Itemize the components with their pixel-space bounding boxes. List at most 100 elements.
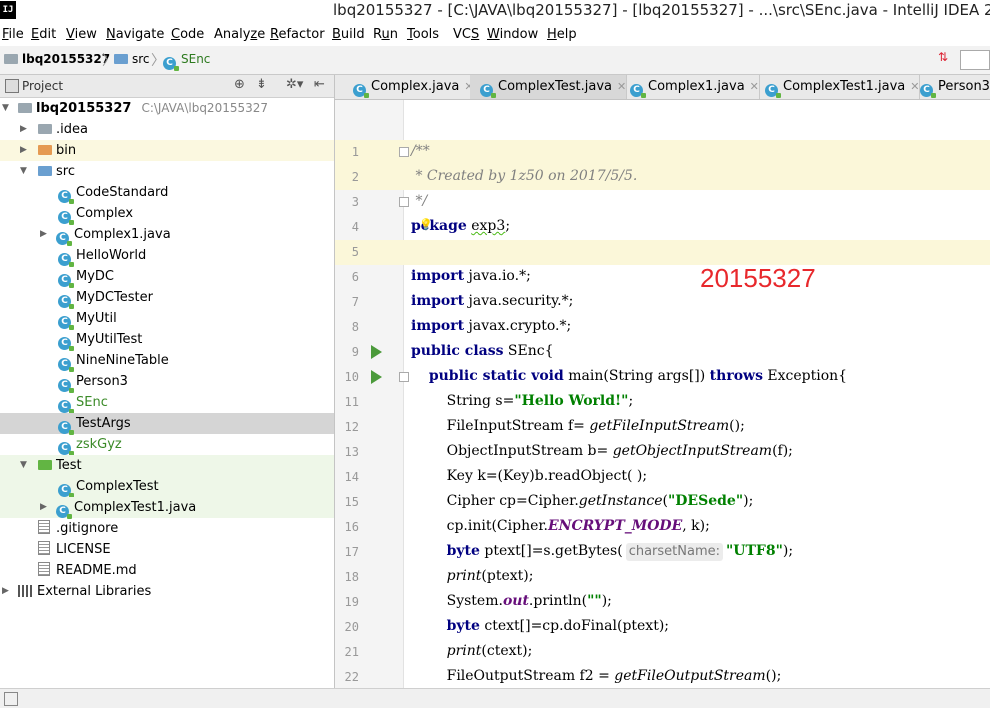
tree-item[interactable]: ▶ C ComplexTest1.java	[0, 497, 334, 519]
menu-build[interactable]: Build	[332, 27, 365, 42]
run-icon[interactable]	[371, 370, 382, 384]
breadcrumb-senc[interactable]: C SEnc	[163, 52, 210, 71]
code-line[interactable]: 21 print(ctext);	[335, 640, 990, 665]
tree-item[interactable]: ▶ bin	[0, 140, 334, 161]
tree-item[interactable]: C Person3	[0, 371, 334, 393]
collapsed-arrow-icon[interactable]: ▶	[20, 119, 27, 140]
tree-item[interactable]: LICENSE	[0, 539, 334, 560]
code-line[interactable]: 9 public class SEnc{	[335, 340, 990, 365]
tree-item[interactable]: ▼ src	[0, 161, 334, 182]
code-line[interactable]: 6 import java.io.*;	[335, 265, 990, 290]
collapsed-arrow-icon[interactable]: ▶	[2, 581, 9, 602]
code-line[interactable]: 3 */	[335, 190, 990, 215]
menu-analyze[interactable]: Analyze	[214, 27, 265, 42]
target-icon[interactable]: ⊕	[234, 77, 245, 92]
intellij-app-icon[interactable]: IJ	[0, 1, 16, 19]
code-line[interactable]: 14 Key k=(Key)b.readObject( );	[335, 465, 990, 490]
menu-run[interactable]: Run	[373, 27, 398, 42]
code-line[interactable]: 22 FileOutputStream f2 = getFileOutputSt…	[335, 665, 990, 688]
editor-tab[interactable]: C ComplexTest.java ✕	[470, 75, 628, 99]
menu-help[interactable]: Help	[547, 27, 577, 42]
expanded-arrow-icon[interactable]: ▼	[2, 98, 9, 119]
code-line[interactable]: 1 /**	[335, 140, 990, 165]
menu-edit[interactable]: Edit	[31, 27, 56, 42]
collapsed-arrow-icon[interactable]: ▶	[20, 140, 27, 161]
tree-item[interactable]: ▼ lbq20155327 C:\JAVA\lbq20155327	[0, 98, 334, 119]
code-text: public class SEnc{	[411, 343, 554, 359]
tree-item[interactable]: CzskGyz	[0, 434, 334, 456]
lightbulb-icon[interactable]: 💡	[419, 218, 433, 231]
menu-tools[interactable]: Tools	[407, 27, 439, 42]
code-line[interactable]: 2 * Created by 1z50 on 2017/5/5.	[335, 165, 990, 190]
collapse-icon[interactable]: ⇟	[256, 77, 267, 92]
code-line[interactable]: 18 print(ptext);	[335, 565, 990, 590]
menu-window[interactable]: Window	[487, 27, 538, 42]
tree-item[interactable]: C ComplexTest	[0, 476, 334, 498]
tree-item[interactable]: ▶ External Libraries	[0, 581, 334, 602]
line-number: 19	[344, 595, 359, 609]
tree-item[interactable]: .gitignore	[0, 518, 334, 539]
project-panel-title[interactable]: Project	[22, 79, 63, 93]
tree-item[interactable]: README.md	[0, 560, 334, 581]
code-line[interactable]: 4 pckage exp3; 💡	[335, 215, 990, 240]
tree-item[interactable]: C Complex	[0, 203, 334, 225]
menu-refactor[interactable]: Refactor	[270, 27, 325, 42]
fold-icon[interactable]	[399, 197, 409, 207]
menu-vcs[interactable]: VCS	[453, 27, 479, 42]
code-line[interactable]: 8 import javax.crypto.*;	[335, 315, 990, 340]
code-line[interactable]: 7 import java.security.*;	[335, 290, 990, 315]
code-line[interactable]: 5	[335, 240, 990, 265]
editor-tab[interactable]: CComplex.java✕	[343, 75, 475, 99]
editor-tab[interactable]: C Complex1.java ✕	[620, 75, 760, 99]
tree-item[interactable]: ▼ Test	[0, 455, 334, 476]
expanded-arrow-icon[interactable]: ▼	[20, 161, 27, 182]
tree-item[interactable]: C CodeStandard	[0, 182, 334, 204]
sync-icon[interactable]: ⇅	[938, 50, 948, 64]
collapsed-arrow-icon[interactable]: ▶	[40, 497, 47, 518]
hide-icon[interactable]: ⇤	[314, 77, 325, 92]
breadcrumb-project[interactable]: lbq20155327	[4, 52, 110, 66]
folder-icon	[18, 103, 32, 113]
fold-icon[interactable]	[399, 372, 409, 382]
code-line[interactable]: 11 String s="Hello World!";	[335, 390, 990, 415]
expanded-arrow-icon[interactable]: ▼	[20, 455, 27, 476]
tree-item[interactable]: C HelloWorld	[0, 245, 334, 267]
tree-item[interactable]: C NineNineTable	[0, 350, 334, 372]
tree-item-label: External Libraries	[37, 584, 152, 599]
code-editor[interactable]: 1/** 2 * Created by 1z50 on 2017/5/5. 3 */…	[335, 100, 990, 688]
tree-item[interactable]: C MyUtilTest	[0, 329, 334, 351]
project-view-icon[interactable]	[5, 79, 19, 93]
run-icon[interactable]	[371, 345, 382, 359]
editor-tab[interactable]: C Person3.	[910, 75, 990, 99]
menu-file[interactable]: File	[2, 27, 24, 42]
collapsed-arrow-icon[interactable]: ▶	[40, 224, 47, 245]
tree-item[interactable]: C MyUtil	[0, 308, 334, 330]
tree-item[interactable]: C MyDCTester	[0, 287, 334, 309]
tree-item-content: C MyUtil	[58, 308, 117, 330]
code-line[interactable]: 17 byte ptext[]=s.getBytes(charsetName: "…	[335, 540, 990, 565]
editor-tab[interactable]: C ComplexTest1.java ✕	[755, 75, 921, 99]
tree-item-label: src	[56, 164, 75, 179]
tree-item[interactable]: C SEnc	[0, 392, 334, 414]
code-line[interactable]: 13 ObjectInputStream b= getObjectInputSt…	[335, 440, 990, 465]
watermark-text: 20155327	[700, 263, 816, 293]
menu-code[interactable]: Code	[171, 27, 204, 42]
breadcrumb-src[interactable]: src	[114, 52, 150, 66]
tree-item[interactable]: C TestArgs	[0, 413, 334, 435]
title-bar: IJ lbq20155327 - [C:\JAVA\lbq20155327] -…	[0, 0, 990, 24]
menu-view[interactable]: View	[66, 27, 97, 42]
menu-navigate[interactable]: Navigate	[106, 27, 164, 42]
tree-item[interactable]: C MyDC	[0, 266, 334, 288]
code-line[interactable]: 10 public static void main(String args[]…	[335, 365, 990, 390]
code-line[interactable]: 16 cp.init(Cipher.ENCRYPT_MODE, k);	[335, 515, 990, 540]
code-line[interactable]: 19 System.out.println("");	[335, 590, 990, 615]
code-line[interactable]: 15 Cipher cp=Cipher.getInstance("DESede"…	[335, 490, 990, 515]
code-line[interactable]: 12 FileInputStream f= getFileInputStream…	[335, 415, 990, 440]
tree-item[interactable]: ▶ .idea	[0, 119, 334, 140]
toggle-tool-windows-icon[interactable]	[4, 692, 18, 706]
code-line[interactable]: 20 byte ctext[]=cp.doFinal(ptext);	[335, 615, 990, 640]
gear-icon[interactable]: ✲▾	[286, 77, 303, 92]
fold-icon[interactable]	[399, 147, 409, 157]
tree-item[interactable]: ▶ C Complex1.java	[0, 224, 334, 246]
toolbar-button[interactable]	[960, 50, 990, 70]
